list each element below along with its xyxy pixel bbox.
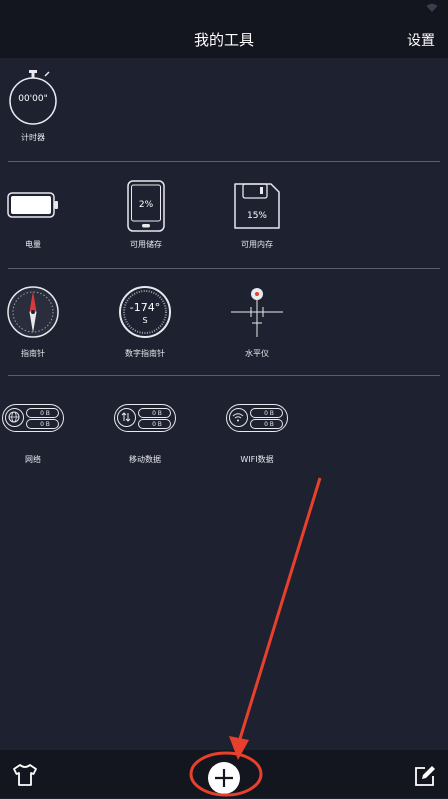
tool-wifi-data[interactable]: 0 B 0 B WIFI数据 xyxy=(207,404,307,474)
storage-label: 可用储存 xyxy=(130,240,162,249)
battery-label: 电量 xyxy=(25,240,41,249)
battery-icon xyxy=(7,192,58,218)
tool-memory[interactable]: 15% 可用内存 xyxy=(207,182,307,250)
network-card: 0 B 0 B xyxy=(2,404,64,432)
wifi-data-label: WIFI数据 xyxy=(240,455,274,464)
mobile-data-download: 0 B xyxy=(138,419,171,429)
network-upload: 0 B xyxy=(26,408,59,418)
page-title: 我的工具 xyxy=(193,31,254,49)
app-header: 我的工具 设置 xyxy=(0,20,448,58)
compass-direction: S xyxy=(142,316,148,325)
compass-heading: -174° xyxy=(129,301,161,314)
tool-compass[interactable]: 指南针 xyxy=(0,285,83,359)
settings-button[interactable]: 设置 xyxy=(407,30,435,50)
memory-card-icon xyxy=(234,183,280,229)
compass-icon xyxy=(7,286,59,338)
memory-value: 15% xyxy=(246,211,267,221)
wifi-data-card: 0 B 0 B xyxy=(226,404,288,432)
level-label: 水平仪 xyxy=(245,349,269,358)
section-divider xyxy=(8,268,440,269)
add-icon xyxy=(208,762,240,794)
tool-timer[interactable]: 00'00" 计时器 xyxy=(0,68,83,143)
globe-icon xyxy=(5,408,24,427)
wifi-status-icon xyxy=(426,3,438,16)
tool-digital-compass[interactable]: -174° S 数字指南针 xyxy=(95,285,195,359)
section-divider xyxy=(8,161,440,162)
timer-display: 00'00" xyxy=(18,94,48,104)
add-button[interactable] xyxy=(207,761,241,799)
section-divider xyxy=(8,375,440,376)
network-download: 0 B xyxy=(26,419,59,429)
mobile-data-label: 移动数据 xyxy=(129,455,161,464)
compass-label: 指南针 xyxy=(21,349,45,358)
tool-storage[interactable]: 2% 可用储存 xyxy=(96,180,196,250)
shirt-icon[interactable] xyxy=(12,763,38,791)
tool-level[interactable]: 水平仪 xyxy=(207,285,307,359)
network-label: 网络 xyxy=(25,455,41,464)
up-down-arrows-icon xyxy=(117,408,136,427)
memory-label: 可用内存 xyxy=(241,240,273,249)
tool-battery[interactable]: 电量 xyxy=(0,180,83,250)
level-crosshair-icon xyxy=(231,288,283,337)
annotation-arrow xyxy=(237,477,322,743)
edit-button[interactable] xyxy=(414,765,436,791)
mobile-data-card: 0 B 0 B xyxy=(114,404,176,432)
tool-mobile-data[interactable]: 0 B 0 B 移动数据 xyxy=(95,404,195,474)
mobile-data-upload: 0 B xyxy=(138,408,171,418)
digital-compass-label: 数字指南针 xyxy=(125,349,165,358)
tool-network[interactable]: 0 B 0 B 网络 xyxy=(0,404,83,474)
edit-icon xyxy=(415,766,435,786)
bottom-toolbar xyxy=(0,750,448,798)
wifi-data-download: 0 B xyxy=(250,419,283,429)
status-bar xyxy=(0,0,448,20)
wifi-data-upload: 0 B xyxy=(250,408,283,418)
timer-label: 计时器 xyxy=(21,133,45,142)
wifi-icon xyxy=(229,408,248,427)
storage-value: 2% xyxy=(138,200,154,210)
